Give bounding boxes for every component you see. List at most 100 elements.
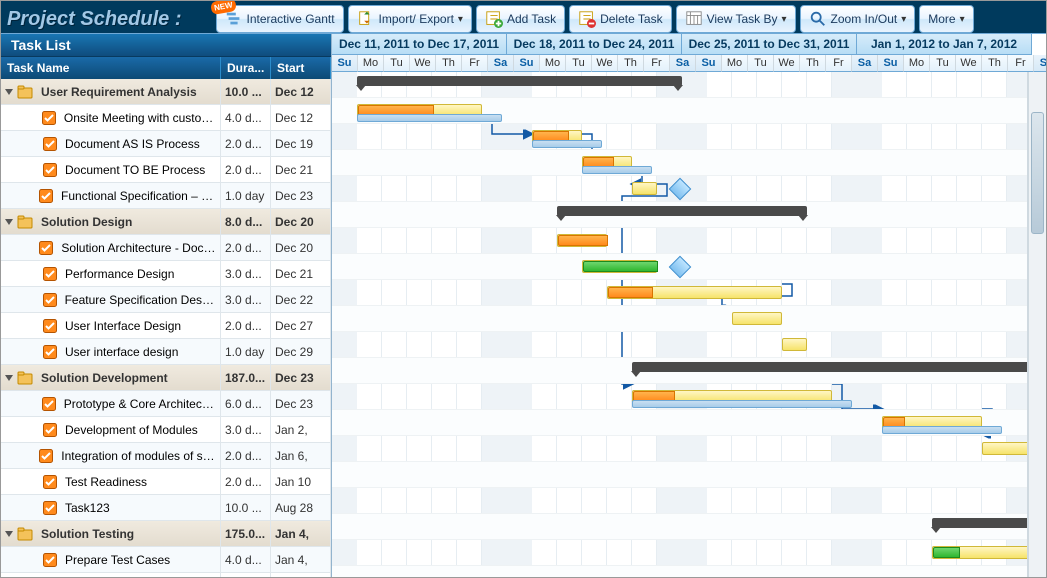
gantt-row[interactable]	[332, 72, 1046, 98]
task-row[interactable]: Integration of modules of solution2.0 d.…	[1, 443, 331, 469]
scrollbar-thumb[interactable]	[1031, 112, 1044, 234]
day-header[interactable]: Fr	[826, 55, 852, 72]
cell-task-name[interactable]: Document AS IS Process	[1, 131, 221, 156]
more-button[interactable]: More ▾	[919, 5, 973, 33]
day-header[interactable]: Sa	[670, 55, 696, 72]
day-header[interactable]: Sa	[1034, 55, 1046, 72]
view-task-by-button[interactable]: View Task By ▾	[676, 5, 796, 33]
col-task-name[interactable]: Task Name	[1, 57, 221, 79]
cell-task-name[interactable]: Solution Testing	[1, 521, 221, 546]
gantt-row[interactable]	[332, 98, 1046, 124]
day-header[interactable]: Th	[618, 55, 644, 72]
collapse-icon[interactable]	[5, 531, 13, 537]
day-header[interactable]: Fr	[1008, 55, 1034, 72]
day-header[interactable]: Tu	[384, 55, 410, 72]
collapse-icon[interactable]	[5, 375, 13, 381]
gantt-row[interactable]	[332, 124, 1046, 150]
milestone-diamond[interactable]	[669, 256, 692, 279]
cell-task-name[interactable]: Prepare Test Cases	[1, 547, 221, 572]
vertical-scrollbar[interactable]	[1028, 72, 1046, 577]
day-header[interactable]: Su	[514, 55, 540, 72]
cell-task-name[interactable]: Solution Design	[1, 209, 221, 234]
cell-task-name[interactable]: Task123	[1, 495, 221, 520]
gantt-row[interactable]	[332, 306, 1046, 332]
cell-task-name[interactable]: User Requirement Analysis	[1, 79, 221, 104]
day-header[interactable]: Mo	[722, 55, 748, 72]
task-bar[interactable]	[782, 338, 807, 351]
day-header[interactable]: Tu	[566, 55, 592, 72]
task-row[interactable]: User Testing4.0 d...Jan 10	[1, 573, 331, 577]
task-bar[interactable]	[732, 312, 782, 325]
cell-task-name[interactable]: Prototype & Core Architecture	[1, 391, 221, 416]
gantt-scroll[interactable]	[332, 72, 1046, 577]
day-header[interactable]: Th	[800, 55, 826, 72]
cell-task-name[interactable]: Solution Development	[1, 365, 221, 390]
gantt-row[interactable]	[332, 254, 1046, 280]
task-group-row[interactable]: Solution Testing175.0...Jan 4,	[1, 521, 331, 547]
gantt-row[interactable]	[332, 358, 1046, 384]
cell-task-name[interactable]: Solution Architecture - Document	[1, 235, 221, 260]
task-row[interactable]: Prepare Test Cases4.0 d...Jan 4,	[1, 547, 331, 573]
gantt-row[interactable]	[332, 150, 1046, 176]
cell-task-name[interactable]: Development of Modules	[1, 417, 221, 442]
task-row[interactable]: Task12310.0 ...Aug 28	[1, 495, 331, 521]
day-header[interactable]: Sa	[488, 55, 514, 72]
summary-bar[interactable]	[557, 206, 807, 216]
gantt-row[interactable]	[332, 462, 1046, 488]
zoom-button[interactable]: Zoom In/Out ▾	[800, 5, 916, 33]
cell-task-name[interactable]: Feature Specification Design	[1, 287, 221, 312]
cell-task-name[interactable]: Onsite Meeting with customer	[1, 105, 221, 130]
day-header[interactable]: Su	[696, 55, 722, 72]
day-header[interactable]: Mo	[358, 55, 384, 72]
week-header[interactable]: Dec 25, 2011 to Dec 31, 2011	[682, 34, 857, 55]
cell-task-name[interactable]: User Testing	[1, 573, 221, 577]
import-export-button[interactable]: Import/ Export ▾	[348, 5, 472, 33]
day-header[interactable]: We	[774, 55, 800, 72]
day-header[interactable]: We	[956, 55, 982, 72]
summary-bar[interactable]	[357, 76, 682, 86]
day-header[interactable]: Su	[332, 55, 358, 72]
task-row[interactable]: User Interface Design2.0 d...Dec 27	[1, 313, 331, 339]
cell-task-name[interactable]: Functional Specification – sign off	[1, 183, 221, 208]
task-row[interactable]: Functional Specification – sign off1.0 d…	[1, 183, 331, 209]
gantt-row[interactable]	[332, 202, 1046, 228]
day-header[interactable]: Th	[982, 55, 1008, 72]
day-header[interactable]: We	[410, 55, 436, 72]
task-row[interactable]: Test Readiness2.0 d...Jan 10	[1, 469, 331, 495]
gantt-row[interactable]	[332, 332, 1046, 358]
gantt-row[interactable]	[332, 514, 1046, 540]
cell-task-name[interactable]: User Interface Design	[1, 313, 221, 338]
day-header[interactable]: Sa	[852, 55, 878, 72]
collapse-icon[interactable]	[5, 89, 13, 95]
day-header[interactable]: Fr	[644, 55, 670, 72]
week-header[interactable]: Dec 11, 2011 to Dec 17, 2011	[332, 34, 507, 55]
gantt-row[interactable]	[332, 488, 1046, 514]
gantt-row[interactable]	[332, 384, 1046, 410]
task-row[interactable]: Solution Architecture - Document2.0 d...…	[1, 235, 331, 261]
task-bar[interactable]	[632, 182, 657, 195]
task-group-row[interactable]: Solution Development187.0...Dec 23	[1, 365, 331, 391]
day-header[interactable]: Tu	[930, 55, 956, 72]
task-row[interactable]: Prototype & Core Architecture6.0 d...Dec…	[1, 391, 331, 417]
col-duration[interactable]: Dura...	[221, 57, 271, 79]
day-header[interactable]: Mo	[904, 55, 930, 72]
day-header[interactable]: Th	[436, 55, 462, 72]
cell-task-name[interactable]: Test Readiness	[1, 469, 221, 494]
cell-task-name[interactable]: Performance Design	[1, 261, 221, 286]
gantt-row[interactable]	[332, 228, 1046, 254]
task-row[interactable]: Development of Modules3.0 d...Jan 2,	[1, 417, 331, 443]
task-row[interactable]: User interface design1.0 dayDec 29	[1, 339, 331, 365]
collapse-icon[interactable]	[5, 219, 13, 225]
milestone-diamond[interactable]	[669, 178, 692, 201]
task-row[interactable]: Onsite Meeting with customer4.0 d...Dec …	[1, 105, 331, 131]
interactive-gantt-button[interactable]: NEW Interactive Gantt	[216, 5, 344, 33]
gantt-row[interactable]	[332, 540, 1046, 566]
cell-task-name[interactable]: Integration of modules of solution	[1, 443, 221, 468]
col-start[interactable]: Start	[271, 57, 331, 79]
gantt-row[interactable]	[332, 176, 1046, 202]
day-header[interactable]: Mo	[540, 55, 566, 72]
summary-bar[interactable]	[632, 362, 1046, 372]
add-task-button[interactable]: Add Task	[476, 5, 565, 33]
gantt-row[interactable]	[332, 410, 1046, 436]
task-bar[interactable]	[582, 260, 657, 273]
